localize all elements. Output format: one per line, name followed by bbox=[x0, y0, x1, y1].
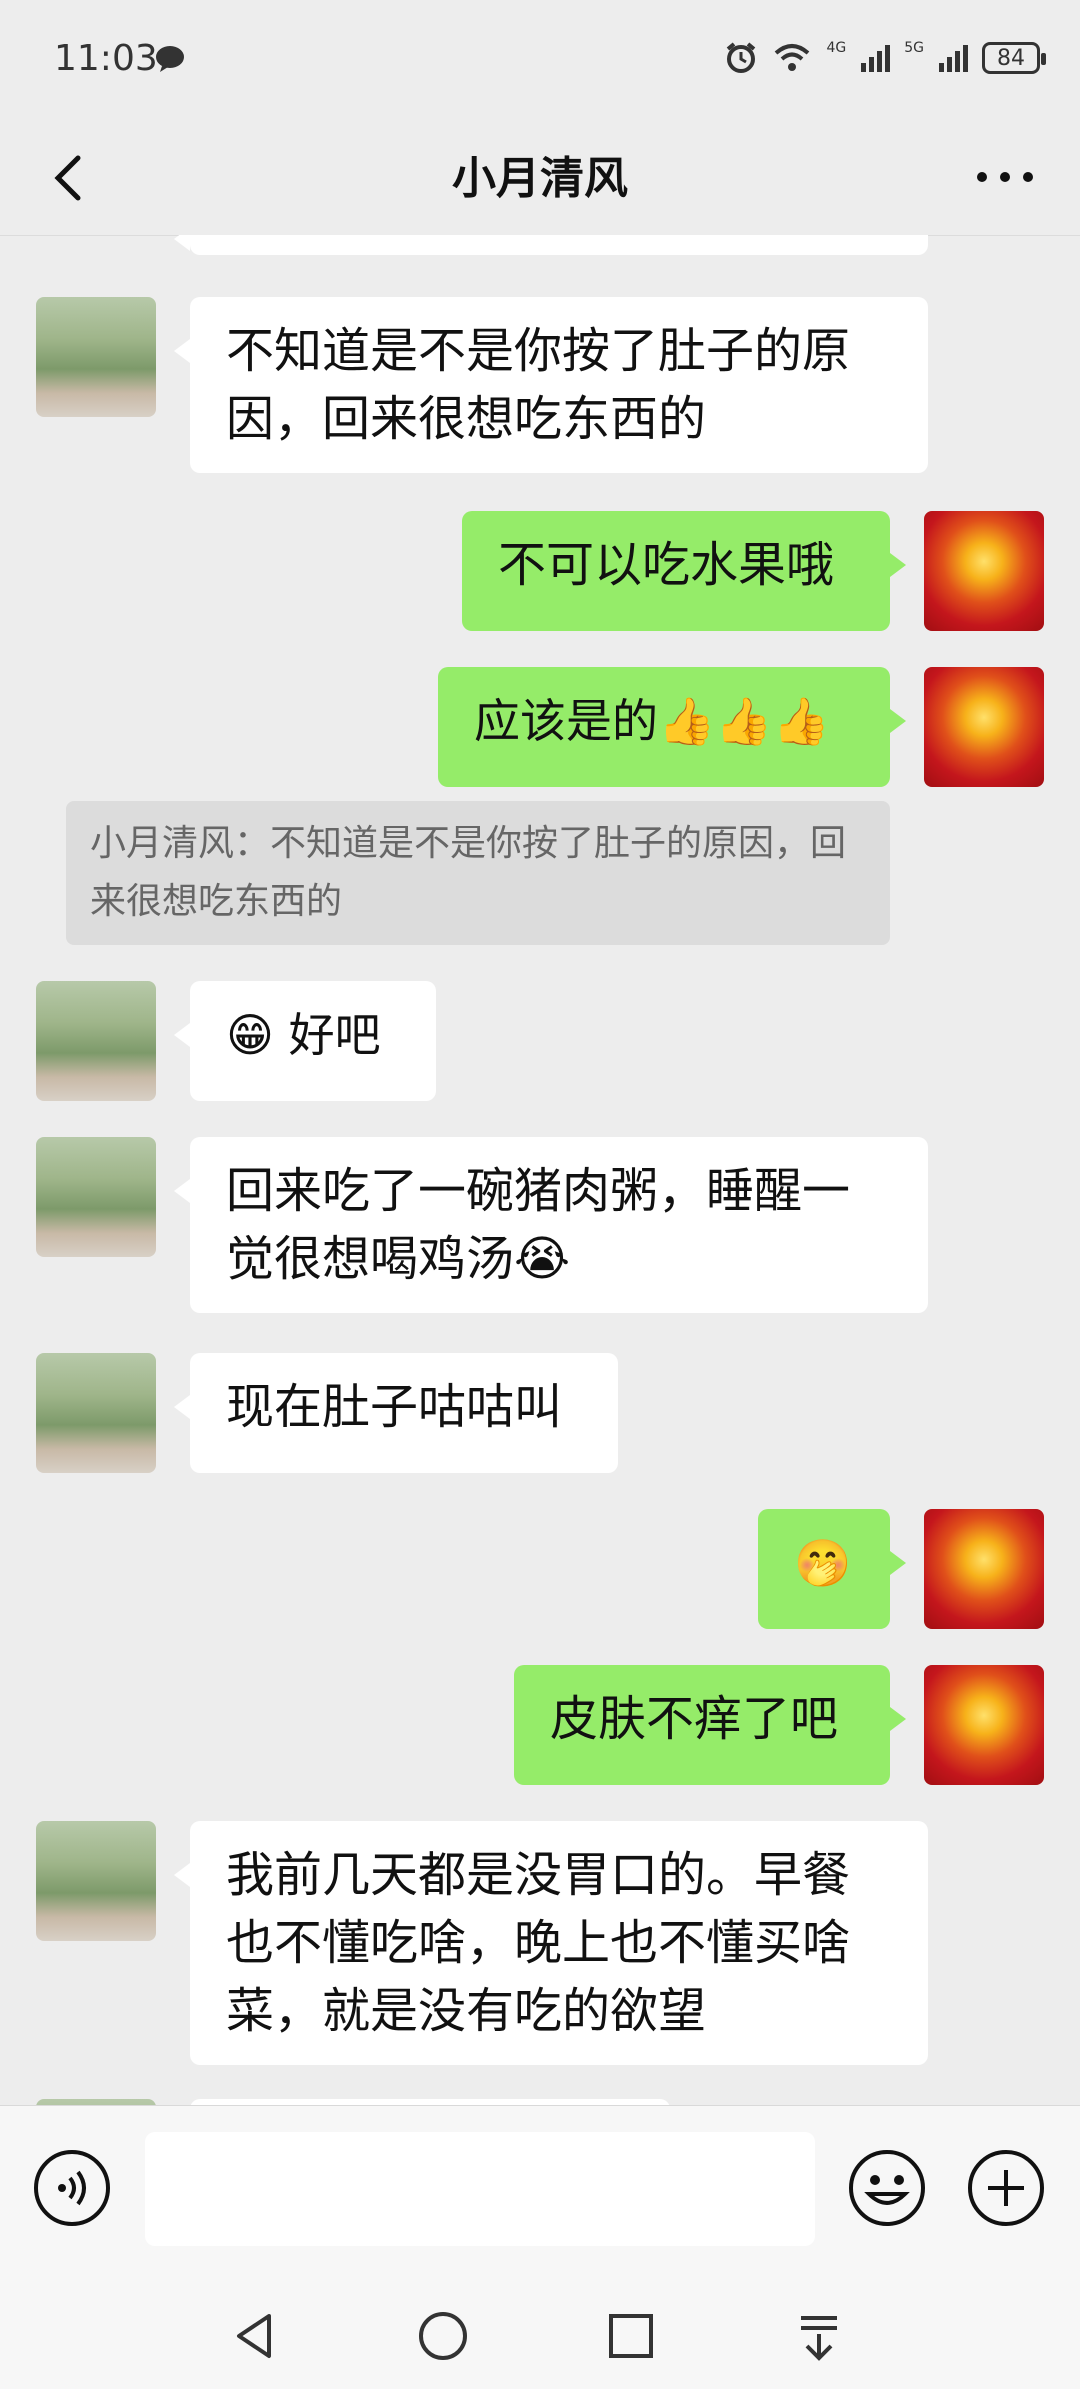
message-list[interactable]: 不知道是不是你按了肚子的原因，回来很想吃东西的 不可以吃水果哦 应该是的👍👍👍 … bbox=[0, 235, 1080, 2105]
message-bubble-out[interactable]: 皮肤不痒了吧 bbox=[514, 1665, 906, 1785]
message-text: 我前几天都是没胃口的。早餐也不懂吃啥，晚上也不懂买啥菜，就是没有吃的欲望 bbox=[226, 1847, 851, 2039]
message-bubble-in[interactable]: 现在肚子咕咕叫 bbox=[174, 1353, 618, 1473]
network-label-1: 4G bbox=[826, 40, 847, 56]
voice-icon[interactable] bbox=[32, 2148, 112, 2228]
nav-recents-icon[interactable] bbox=[601, 2306, 661, 2366]
message-text: 😁 好吧 bbox=[226, 1008, 381, 1062]
message-text: 皮肤不痒了吧 bbox=[550, 1691, 839, 1747]
message-bubble-in[interactable]: 我前几天都是没胃口的。早餐也不懂吃啥，晚上也不懂买啥菜，就是没有吃的欲望 bbox=[174, 1821, 928, 2065]
chat-title: 小月清风 bbox=[452, 153, 628, 204]
chat-header: 小月清风 bbox=[0, 120, 1080, 236]
message-bubble-out[interactable]: 不可以吃水果哦 bbox=[462, 511, 906, 631]
message-bubble-partial bbox=[174, 235, 928, 255]
my-avatar[interactable] bbox=[924, 1509, 1044, 1629]
message-bubble-in[interactable]: 回来吃了一碗猪肉粥，睡醒一觉很想喝鸡汤😭 bbox=[174, 1137, 928, 1313]
message-text: 不知道是不是你按了肚子的原因，回来很想吃东西的 bbox=[226, 323, 851, 447]
message-text: 回来吃了一碗猪肉粥，睡醒一觉很想喝鸡汤😭 bbox=[226, 1163, 851, 1287]
contact-avatar[interactable] bbox=[36, 981, 156, 1101]
quoted-message[interactable]: 小月清风：不知道是不是你按了肚子的原因，回来很想吃东西的 bbox=[66, 801, 890, 945]
input-bar bbox=[0, 2105, 1080, 2389]
nav-back-icon[interactable] bbox=[225, 2306, 285, 2366]
contact-avatar[interactable] bbox=[36, 1137, 156, 1257]
wechat-notification-icon bbox=[156, 46, 184, 72]
alarm-icon bbox=[727, 42, 756, 73]
nav-home-icon[interactable] bbox=[413, 2306, 473, 2366]
network-label-2: 5G bbox=[904, 40, 924, 56]
system-navigation-bar bbox=[0, 2286, 1080, 2389]
message-input[interactable] bbox=[145, 2132, 815, 2246]
contact-avatar[interactable] bbox=[36, 1353, 156, 1473]
contact-avatar[interactable] bbox=[36, 297, 156, 417]
message-bubble-out[interactable]: 应该是的👍👍👍 bbox=[438, 667, 906, 787]
message-text: 应该是的👍👍👍 bbox=[474, 694, 830, 748]
message-text: 现在肚子咕咕叫 bbox=[226, 1379, 563, 1435]
my-avatar[interactable] bbox=[924, 1665, 1044, 1785]
message-bubble-in[interactable]: 不知道是不是你按了肚子的原因，回来很想吃东西的 bbox=[174, 297, 928, 473]
battery-indicator: 84 bbox=[982, 42, 1046, 74]
my-avatar[interactable] bbox=[924, 667, 1044, 787]
quoted-text: 小月清风：不知道是不是你按了肚子的原因，回来很想吃东西的 bbox=[90, 823, 847, 922]
more-dots-icon[interactable] bbox=[970, 152, 1040, 202]
status-time: 11:03 bbox=[54, 38, 158, 79]
message-text: 🤭 bbox=[794, 1536, 852, 1590]
battery-level: 84 bbox=[997, 45, 1025, 71]
signal-icon-1 bbox=[861, 45, 891, 72]
nav-pulldown-icon[interactable] bbox=[789, 2306, 849, 2366]
contact-avatar[interactable] bbox=[36, 1821, 156, 1941]
status-icons: 4G 5G 84 bbox=[724, 38, 1046, 78]
message-bubble-in[interactable]: 😁 好吧 bbox=[174, 981, 436, 1101]
emoji-icon[interactable] bbox=[847, 2148, 927, 2228]
my-avatar[interactable] bbox=[924, 511, 1044, 631]
wifi-icon bbox=[775, 44, 810, 71]
message-bubble-out[interactable]: 🤭 bbox=[758, 1509, 906, 1629]
signal-icon-2 bbox=[939, 45, 968, 72]
message-text: 不可以吃水果哦 bbox=[498, 537, 835, 593]
plus-icon[interactable] bbox=[966, 2148, 1046, 2228]
status-bar: 11:03 4G 5G 84 bbox=[0, 0, 1080, 120]
